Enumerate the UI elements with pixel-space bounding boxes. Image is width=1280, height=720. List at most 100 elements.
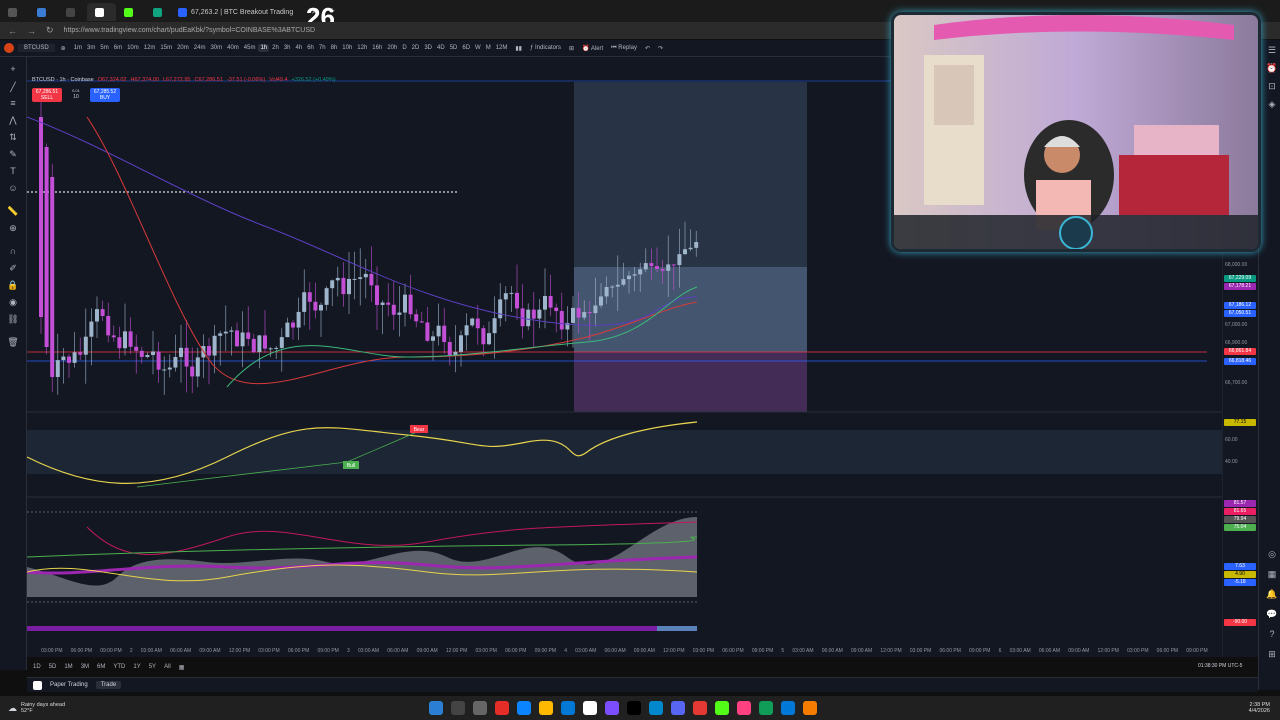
browser-tab[interactable] — [58, 3, 87, 21]
interval-12m[interactable]: 12m — [142, 44, 158, 52]
range-1y[interactable]: 1Y — [133, 664, 140, 670]
youtube-icon[interactable] — [495, 701, 510, 715]
search-icon[interactable] — [451, 701, 466, 715]
interval-40m[interactable]: 40m — [225, 44, 241, 52]
telegram-icon[interactable] — [649, 701, 664, 715]
interval-12h[interactable]: 12h — [355, 44, 369, 52]
forward-icon[interactable]: → — [27, 26, 36, 36]
interval-6h[interactable]: 6h — [305, 44, 316, 52]
alert-button[interactable]: ⏰ Alert — [580, 44, 605, 53]
chrome-icon[interactable] — [759, 701, 774, 715]
chat-icon[interactable]: 💬 — [1265, 608, 1279, 620]
range-1d[interactable]: 1D — [33, 664, 41, 670]
trend-line-icon[interactable]: ╱ — [6, 81, 20, 93]
range-5y[interactable]: 5Y — [149, 664, 156, 670]
interval-2D[interactable]: 2D — [410, 44, 422, 52]
lock-icon[interactable]: 🔒 — [6, 279, 20, 291]
interval-20m[interactable]: 20m — [175, 44, 191, 52]
redo-icon[interactable]: ↷ — [656, 44, 665, 53]
app-icon[interactable] — [803, 701, 818, 715]
start-icon[interactable] — [429, 701, 444, 715]
interval-3D[interactable]: 3D — [422, 44, 434, 52]
zoom-icon[interactable]: ⊕ — [6, 222, 20, 234]
store-icon[interactable] — [561, 701, 576, 715]
browser-tab-btc[interactable]: 67,263.2 | BTC Breakout Trading ✕ — [170, 3, 325, 21]
trash-icon[interactable]: 🗑 — [6, 336, 20, 348]
discord-icon[interactable] — [671, 701, 686, 715]
tiktok-icon[interactable] — [627, 701, 642, 715]
app-icon[interactable] — [737, 701, 752, 715]
pattern-icon[interactable]: ⋀ — [6, 114, 20, 126]
interval-W[interactable]: W — [473, 44, 483, 52]
app-icon[interactable] — [605, 701, 620, 715]
browser-tab[interactable] — [116, 3, 145, 21]
date-range-icon[interactable]: ▦ — [179, 664, 185, 671]
range-1m[interactable]: 1M — [64, 664, 72, 670]
forecast-icon[interactable]: ⇅ — [6, 131, 20, 143]
interval-2h[interactable]: 2h — [270, 44, 281, 52]
browser-tab[interactable] — [87, 3, 116, 21]
app-icon[interactable] — [693, 701, 708, 715]
help-icon[interactable]: ? — [1265, 628, 1279, 640]
data-window-icon[interactable]: ⊡ — [1265, 80, 1279, 92]
interval-6m[interactable]: 6m — [112, 44, 124, 52]
watchlist-icon[interactable]: ☰ — [1265, 44, 1279, 56]
buy-button[interactable]: 67,285.52 BUY — [90, 88, 120, 102]
tradingview-icon[interactable] — [583, 701, 598, 715]
ruler-icon[interactable]: 📏 — [6, 205, 20, 217]
legend-title[interactable]: BTCUSD · 1h · Coinbase — [32, 77, 94, 83]
stay-drawing-icon[interactable]: ✐ — [6, 262, 20, 274]
interval-1h[interactable]: 1h — [258, 44, 270, 52]
interval-1m[interactable]: 1m — [72, 44, 84, 52]
interval-D[interactable]: D — [400, 44, 408, 52]
notifications-icon[interactable]: 🔔 — [1265, 588, 1279, 600]
kick-icon[interactable] — [715, 701, 730, 715]
interval-10m[interactable]: 10m — [125, 44, 141, 52]
target-icon[interactable]: ◎ — [1265, 548, 1279, 560]
file-explorer-icon[interactable] — [539, 701, 554, 715]
interval-8h[interactable]: 8h — [329, 44, 340, 52]
task-view-icon[interactable] — [473, 701, 488, 715]
time-axis[interactable]: 03:00 PM 06:00 PM 09:00 PM 2 03:00 AM 06:00 A… — [27, 645, 1222, 657]
browser-tab[interactable] — [0, 3, 29, 21]
interval-45m[interactable]: 45m — [242, 44, 258, 52]
crosshair-icon[interactable]: + — [6, 63, 20, 75]
indicators-button[interactable]: ƒ Indicators — [528, 44, 563, 52]
templates-icon[interactable]: ⊞ — [567, 44, 576, 53]
calendar-icon[interactable]: ▦ — [1265, 568, 1279, 580]
add-symbol-icon[interactable]: ⊕ — [59, 44, 68, 53]
interval-15m[interactable]: 15m — [158, 44, 174, 52]
interval-10h[interactable]: 10h — [340, 44, 354, 52]
avatar[interactable] — [4, 43, 14, 53]
chart-type-icon[interactable]: ▮▮ — [513, 44, 524, 53]
replay-button[interactable]: ⏮ Replay — [609, 44, 639, 53]
back-icon[interactable]: ← — [8, 26, 17, 36]
interval-24m[interactable]: 24m — [192, 44, 208, 52]
edge-icon[interactable] — [781, 701, 796, 715]
range-all[interactable]: All — [164, 664, 171, 670]
paper-trading-label[interactable]: Paper Trading — [50, 682, 88, 688]
interval-3m[interactable]: 3m — [85, 44, 97, 52]
emoji-icon[interactable]: ☺ — [6, 182, 20, 194]
interval-3h[interactable]: 3h — [282, 44, 293, 52]
interval-12M[interactable]: 12M — [494, 44, 510, 52]
link-icon[interactable]: ⛓ — [6, 313, 20, 325]
interval-5D[interactable]: 5D — [448, 44, 460, 52]
apps-icon[interactable]: ⊞ — [1265, 648, 1279, 660]
brush-icon[interactable]: ✎ — [6, 148, 20, 160]
range-5d[interactable]: 5D — [49, 664, 57, 670]
undo-icon[interactable]: ↶ — [643, 44, 652, 53]
layers-icon[interactable]: ◈ — [1265, 98, 1279, 110]
browser-tab[interactable] — [29, 3, 58, 21]
trade-button[interactable]: Trade — [95, 681, 122, 689]
interval-7h[interactable]: 7h — [317, 44, 328, 52]
interval-6D[interactable]: 6D — [460, 44, 472, 52]
reload-icon[interactable]: ↻ — [46, 25, 54, 36]
interval-5m[interactable]: 5m — [98, 44, 110, 52]
interval-16h[interactable]: 16h — [370, 44, 384, 52]
weather-widget[interactable]: Rainy days ahead 52°F — [21, 702, 65, 714]
fib-icon[interactable]: ≡ — [6, 97, 20, 109]
sell-button[interactable]: 67,286.51 SELL — [32, 88, 62, 102]
range-ytd[interactable]: YTD — [113, 664, 125, 670]
interval-M[interactable]: M — [484, 44, 493, 52]
